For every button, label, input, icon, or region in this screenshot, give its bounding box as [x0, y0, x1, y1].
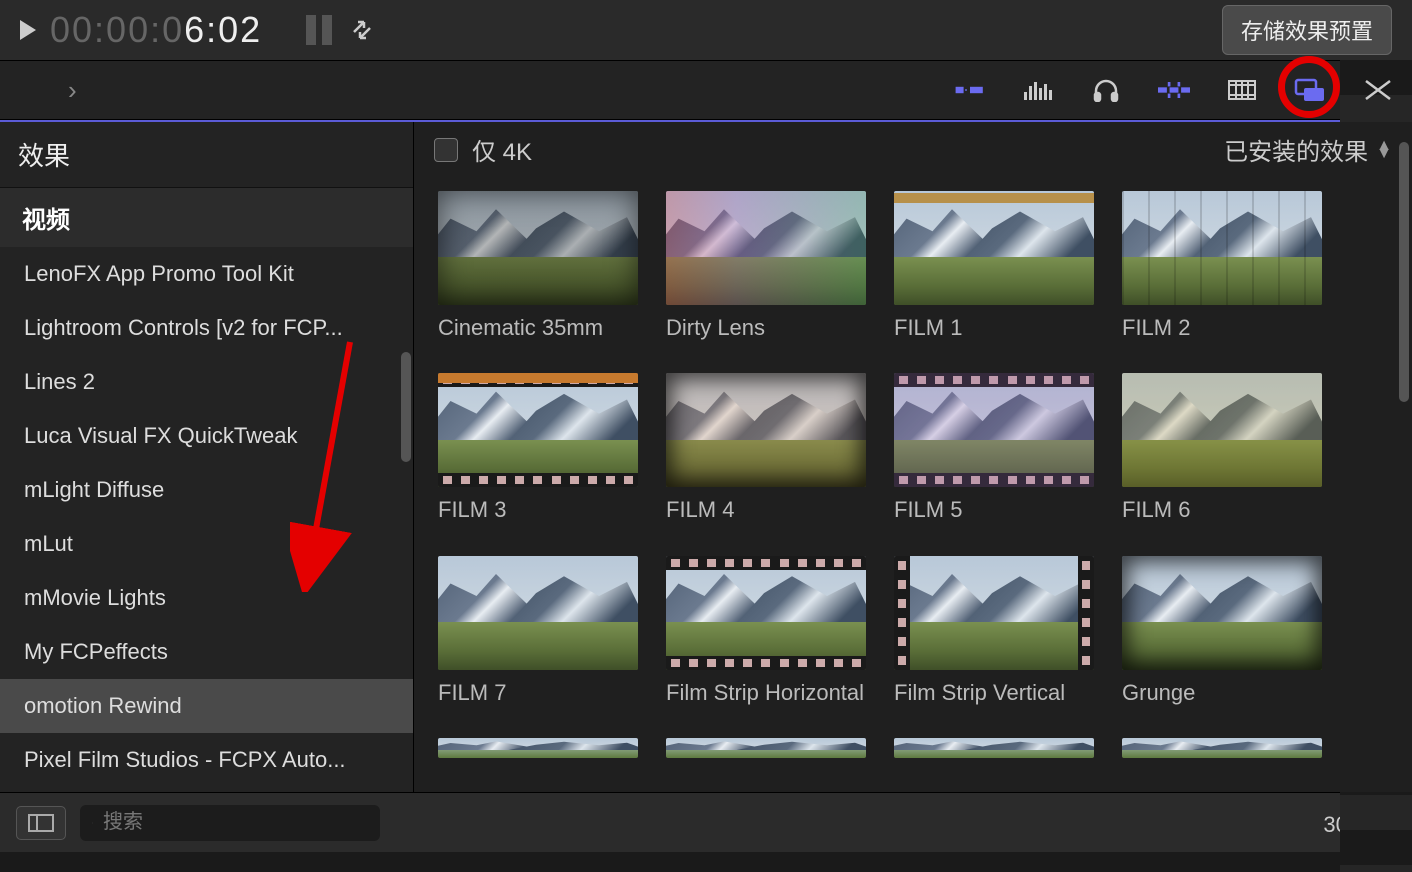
- installed-effects-dropdown[interactable]: 已安装的效果 ▲▼: [1224, 132, 1392, 167]
- content-header: 仅 4K 已安装的效果 ▲▼: [414, 122, 1412, 177]
- effect-thumbnail: [438, 373, 638, 487]
- effect-item[interactable]: FILM 1: [894, 191, 1094, 341]
- effect-thumbnail: [666, 556, 866, 670]
- effect-item[interactable]: FILM 6: [1122, 373, 1322, 523]
- effects-content: 仅 4K 已安装的效果 ▲▼ Cinematic 35mm Dirty Lens F…: [414, 122, 1412, 792]
- category-item[interactable]: Quick Easy Ken 快速创建关键帧: [0, 787, 413, 792]
- effect-thumbnail: [438, 556, 638, 670]
- pause-icon[interactable]: [306, 15, 332, 45]
- effect-thumbnail: [1122, 738, 1322, 758]
- layout-toggle-button[interactable]: [16, 806, 66, 840]
- category-list[interactable]: 视频 LenoFX App Promo Tool KitLightroom Co…: [0, 188, 413, 792]
- effect-label: Dirty Lens: [666, 315, 866, 341]
- effects-browser-icon[interactable]: [1294, 74, 1326, 106]
- content-scrollbar[interactable]: [1399, 142, 1409, 402]
- effect-thumbnail: [1122, 556, 1322, 670]
- category-header: 视频: [0, 188, 413, 247]
- only-4k-checkbox[interactable]: [434, 138, 458, 162]
- audio-meters-icon[interactable]: [1022, 74, 1054, 106]
- filmstrip-icon[interactable]: [1226, 74, 1258, 106]
- effect-item[interactable]: FILM 4: [666, 373, 866, 523]
- effect-thumbnail: [666, 738, 866, 758]
- effect-item[interactable]: Cinematic 35mm: [438, 191, 638, 341]
- effect-thumbnail: [1122, 191, 1322, 305]
- effect-label: FILM 6: [1122, 497, 1322, 523]
- effect-item[interactable]: Dirty Lens: [666, 191, 866, 341]
- fullscreen-icon[interactable]: [346, 14, 378, 46]
- effect-thumbnail: [1122, 373, 1322, 487]
- transitions-browser-icon[interactable]: [1362, 74, 1394, 106]
- effect-item[interactable]: [666, 738, 866, 758]
- category-item[interactable]: Lines 2: [0, 355, 413, 409]
- category-item[interactable]: Luca Visual FX QuickTweak: [0, 409, 413, 463]
- sidebar-title: 效果: [0, 122, 413, 188]
- updown-icon: ▲▼: [1376, 142, 1392, 158]
- effects-sidebar: 效果 视频 LenoFX App Promo Tool KitLightroom…: [0, 122, 414, 792]
- effect-item[interactable]: Grunge: [1122, 556, 1322, 706]
- effect-label: FILM 2: [1122, 315, 1322, 341]
- timeline-index-icon[interactable]: [1158, 74, 1190, 106]
- effect-label: FILM 4: [666, 497, 866, 523]
- category-item[interactable]: mMovie Lights: [0, 571, 413, 625]
- effect-thumbnail: [894, 373, 1094, 487]
- effect-thumbnail: [894, 738, 1094, 758]
- search-field[interactable]: [80, 805, 380, 841]
- effect-label: FILM 1: [894, 315, 1094, 341]
- effect-item[interactable]: [1122, 738, 1322, 758]
- effect-thumbnail: [894, 191, 1094, 305]
- search-input[interactable]: [103, 811, 368, 834]
- timecode-bright: 6:02: [184, 9, 262, 50]
- search-icon: [92, 813, 93, 833]
- category-item[interactable]: mLight Diffuse: [0, 463, 413, 517]
- installed-effects-label: 已安装的效果: [1224, 132, 1368, 167]
- breadcrumb-chevron-icon[interactable]: ›: [68, 75, 77, 106]
- footer-bar: 30 项: [0, 792, 1412, 852]
- effect-thumbnail: [438, 191, 638, 305]
- sidebar-scrollbar[interactable]: [401, 352, 411, 462]
- save-preset-button[interactable]: 存储效果预置: [1222, 5, 1392, 55]
- effect-thumbnail: [666, 191, 866, 305]
- category-item[interactable]: My FCPeffects: [0, 625, 413, 679]
- category-item[interactable]: omotion Rewind: [0, 679, 413, 733]
- effect-thumbnail: [438, 738, 638, 758]
- effect-item[interactable]: Film Strip Horizontal: [666, 556, 866, 706]
- effect-item[interactable]: Film Strip Vertical: [894, 556, 1094, 706]
- effect-label: FILM 5: [894, 497, 1094, 523]
- headphones-icon[interactable]: [1090, 74, 1122, 106]
- category-item[interactable]: Pixel Film Studios - FCPX Auto...: [0, 733, 413, 787]
- effect-label: Film Strip Vertical: [894, 680, 1094, 706]
- effects-grid: Cinematic 35mm Dirty Lens FILM 1 FILM 2 FILM…: [414, 177, 1412, 792]
- effect-label: Cinematic 35mm: [438, 315, 638, 341]
- effect-item[interactable]: FILM 2: [1122, 191, 1322, 341]
- effect-thumbnail: [894, 556, 1094, 670]
- effect-item[interactable]: [438, 738, 638, 758]
- category-item[interactable]: LenoFX App Promo Tool Kit: [0, 247, 413, 301]
- only-4k-label: 仅 4K: [472, 132, 532, 167]
- toolbar-secondary: ›: [0, 60, 1412, 120]
- color-inspector-icon[interactable]: [954, 74, 986, 106]
- effect-item[interactable]: FILM 3: [438, 373, 638, 523]
- top-bar: 00:00:06:02 存储效果预置: [0, 0, 1412, 60]
- timecode-dim: 00:00:0: [50, 9, 184, 50]
- effect-label: Film Strip Horizontal: [666, 680, 866, 706]
- effect-item[interactable]: FILM 5: [894, 373, 1094, 523]
- category-item[interactable]: mLut: [0, 517, 413, 571]
- effect-thumbnail: [666, 373, 866, 487]
- play-icon[interactable]: [20, 20, 36, 40]
- effect-label: FILM 3: [438, 497, 638, 523]
- effect-label: Grunge: [1122, 680, 1322, 706]
- category-item[interactable]: Lightroom Controls [v2 for FCP...: [0, 301, 413, 355]
- effect-label: FILM 7: [438, 680, 638, 706]
- effect-item[interactable]: [894, 738, 1094, 758]
- effect-item[interactable]: FILM 7: [438, 556, 638, 706]
- timecode-display: 00:00:06:02: [50, 9, 262, 51]
